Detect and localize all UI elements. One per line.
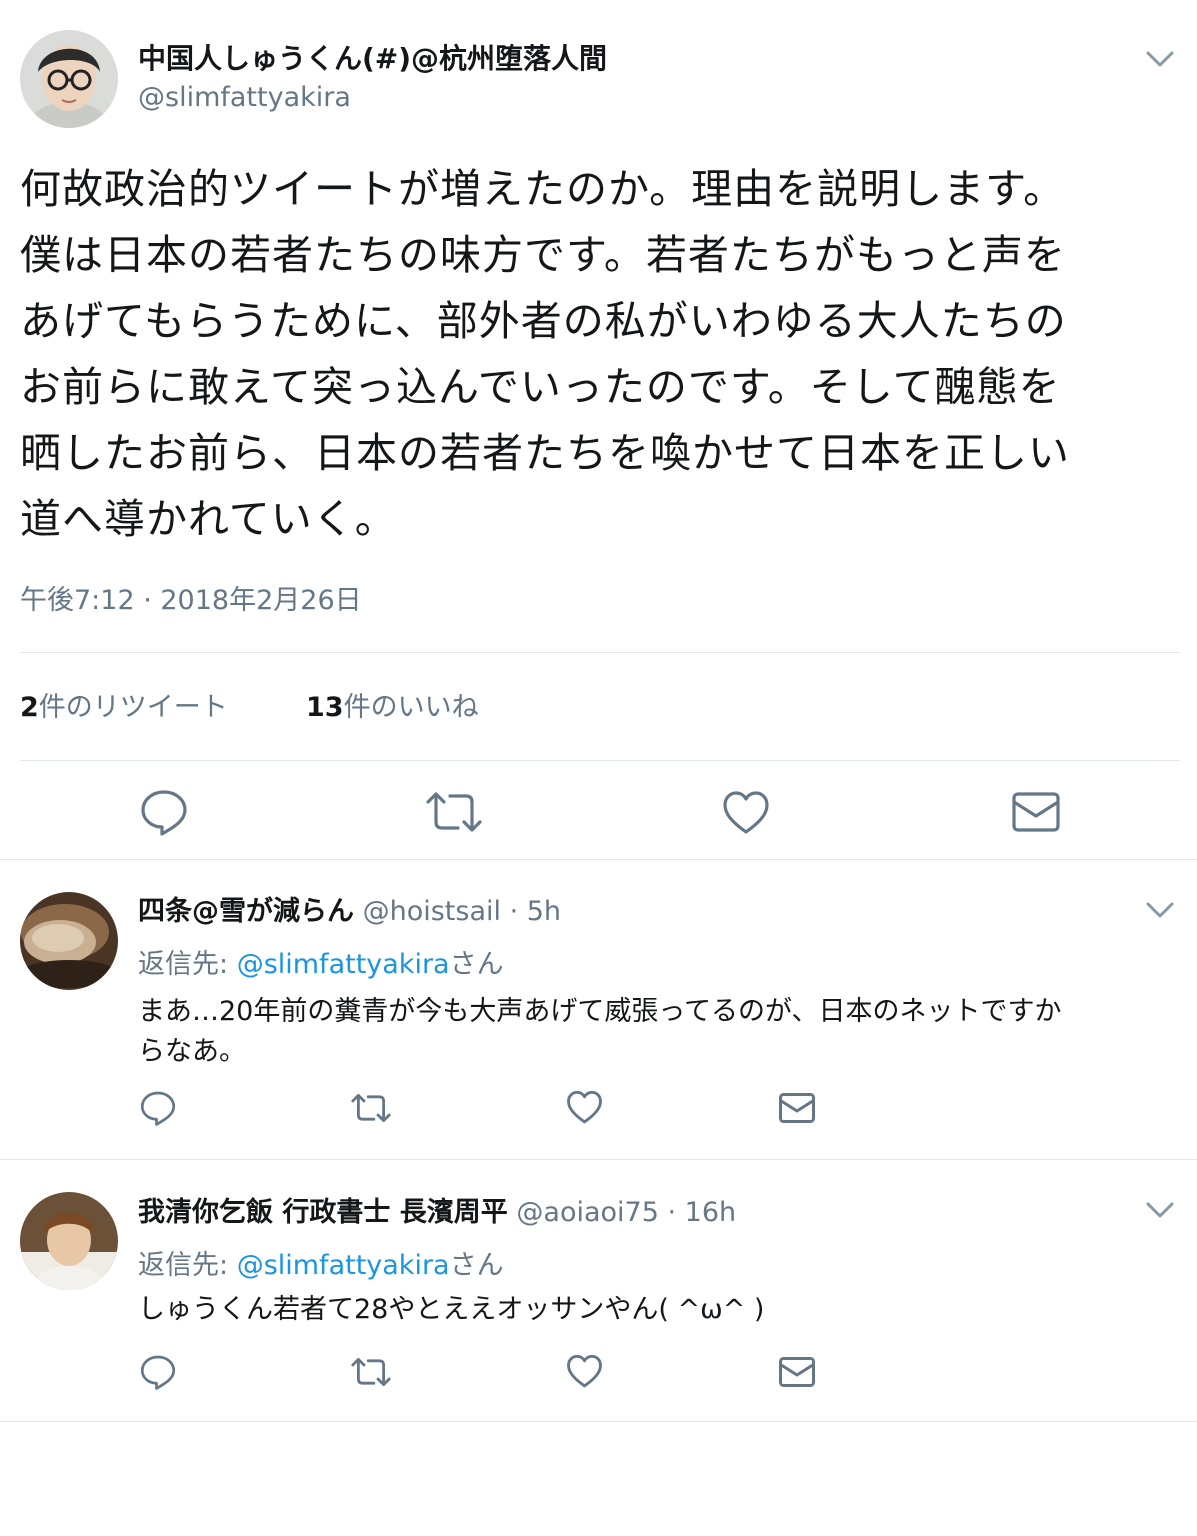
reply-time[interactable]: · 5h: [510, 896, 561, 927]
tweet-text-line: あげてもらうために、部外者の私がいわゆる大人たちの: [20, 297, 1067, 345]
retweet-icon[interactable]: [350, 1356, 392, 1388]
chevron-down-icon[interactable]: [1146, 901, 1174, 919]
tweet-text-line: 道へ導かれていく。: [20, 495, 397, 543]
divider: [20, 760, 1180, 761]
author-handle[interactable]: @slimfattyakira: [138, 80, 351, 116]
like-icon[interactable]: [566, 1354, 603, 1389]
replying-to-label: 返信先:: [138, 1250, 237, 1281]
reply-icon[interactable]: [140, 788, 188, 836]
avatar[interactable]: [20, 1192, 118, 1290]
replying-to: 返信先: @slimfattyakiraさん: [138, 1248, 504, 1284]
reply-author-name[interactable]: 我清你乞飯 行政書士 長濱周平: [138, 1197, 508, 1228]
like-label: 件の: [343, 692, 398, 723]
retweet-label: 件のリツイート: [38, 692, 228, 723]
divider: [0, 1159, 1197, 1160]
replying-to-suffix: さん: [449, 1250, 504, 1281]
like-label-likes: いいね: [397, 692, 479, 723]
like-stats[interactable]: 13件のいいね: [306, 690, 479, 726]
retweet-stats[interactable]: 2件のリツイート: [20, 690, 228, 726]
chevron-down-icon[interactable]: [1146, 50, 1174, 68]
direct-message-icon[interactable]: [1012, 792, 1060, 832]
reply-text-line: らなあ。: [138, 1036, 246, 1067]
replying-to-handle[interactable]: @slimfattyakira: [237, 949, 450, 980]
tweet-text: 何故政治的ツイートが増えたのか。理由を説明します。 僕は日本の若者たちの味方です…: [20, 156, 1070, 552]
chevron-down-icon[interactable]: [1146, 1201, 1174, 1219]
reply-text: しゅうくん若者て28やとええオッサンやん( ^ω^ ): [138, 1290, 764, 1330]
divider: [0, 859, 1197, 860]
reply-icon[interactable]: [140, 1090, 176, 1126]
retweet-icon[interactable]: [350, 1092, 392, 1124]
tweet-text-line: 何故政治的ツイートが増えたのか。理由を説明します。: [20, 165, 1066, 213]
replying-to-label: 返信先:: [138, 949, 237, 980]
reply-text-line: しゅうくん若者て28やとええオッサンやん( ^ω^ ): [138, 1294, 765, 1325]
reply-text-line: まあ…20年前の糞青が今も大声あげて威張ってるのが、日本のネットですか: [138, 996, 1062, 1027]
tweet-text-line: 僕は日本の若者たちの味方です。若者たちがもっと声を: [20, 231, 1066, 279]
reply-header: 我清你乞飯 行政書士 長濱周平 @aoiaoi75 · 16h: [138, 1195, 736, 1231]
retweet-icon[interactable]: [424, 790, 484, 834]
like-icon[interactable]: [722, 790, 770, 836]
replying-to-suffix: さん: [449, 949, 504, 980]
direct-message-icon[interactable]: [779, 1357, 815, 1387]
reply-text: まあ…20年前の糞青が今も大声あげて威張ってるのが、日本のネットですか らなあ。: [138, 992, 1061, 1072]
like-icon[interactable]: [566, 1090, 603, 1125]
divider: [20, 652, 1180, 653]
reply-author-name[interactable]: 四条@雪が減らん: [138, 896, 354, 927]
avatar[interactable]: [20, 892, 118, 990]
reply-time[interactable]: · 16h: [668, 1197, 737, 1228]
avatar[interactable]: [20, 30, 118, 128]
retweet-count: 2: [20, 692, 39, 723]
reply-icon[interactable]: [140, 1354, 176, 1390]
direct-message-icon[interactable]: [779, 1093, 815, 1123]
reply-header: 四条@雪が減らん @hoistsail · 5h: [138, 894, 561, 930]
tweet-text-line: お前らに敢えて突っ込んでいったのです。そして醜態を: [20, 363, 1061, 411]
replying-to-handle[interactable]: @slimfattyakira: [237, 1250, 450, 1281]
replying-to: 返信先: @slimfattyakiraさん: [138, 947, 504, 983]
like-count: 13: [306, 692, 344, 723]
divider: [0, 1421, 1197, 1422]
reply-handle[interactable]: @aoiaoi75: [516, 1197, 659, 1228]
tweet-text-line: 晒したお前ら、日本の若者たちを喚かせて日本を正しい: [20, 429, 1070, 477]
tweet-timestamp[interactable]: 午後7:12 · 2018年2月26日: [20, 583, 362, 619]
author-name[interactable]: 中国人しゅうくん(#)@杭州堕落人間: [138, 40, 607, 78]
reply-handle[interactable]: @hoistsail: [363, 896, 501, 927]
